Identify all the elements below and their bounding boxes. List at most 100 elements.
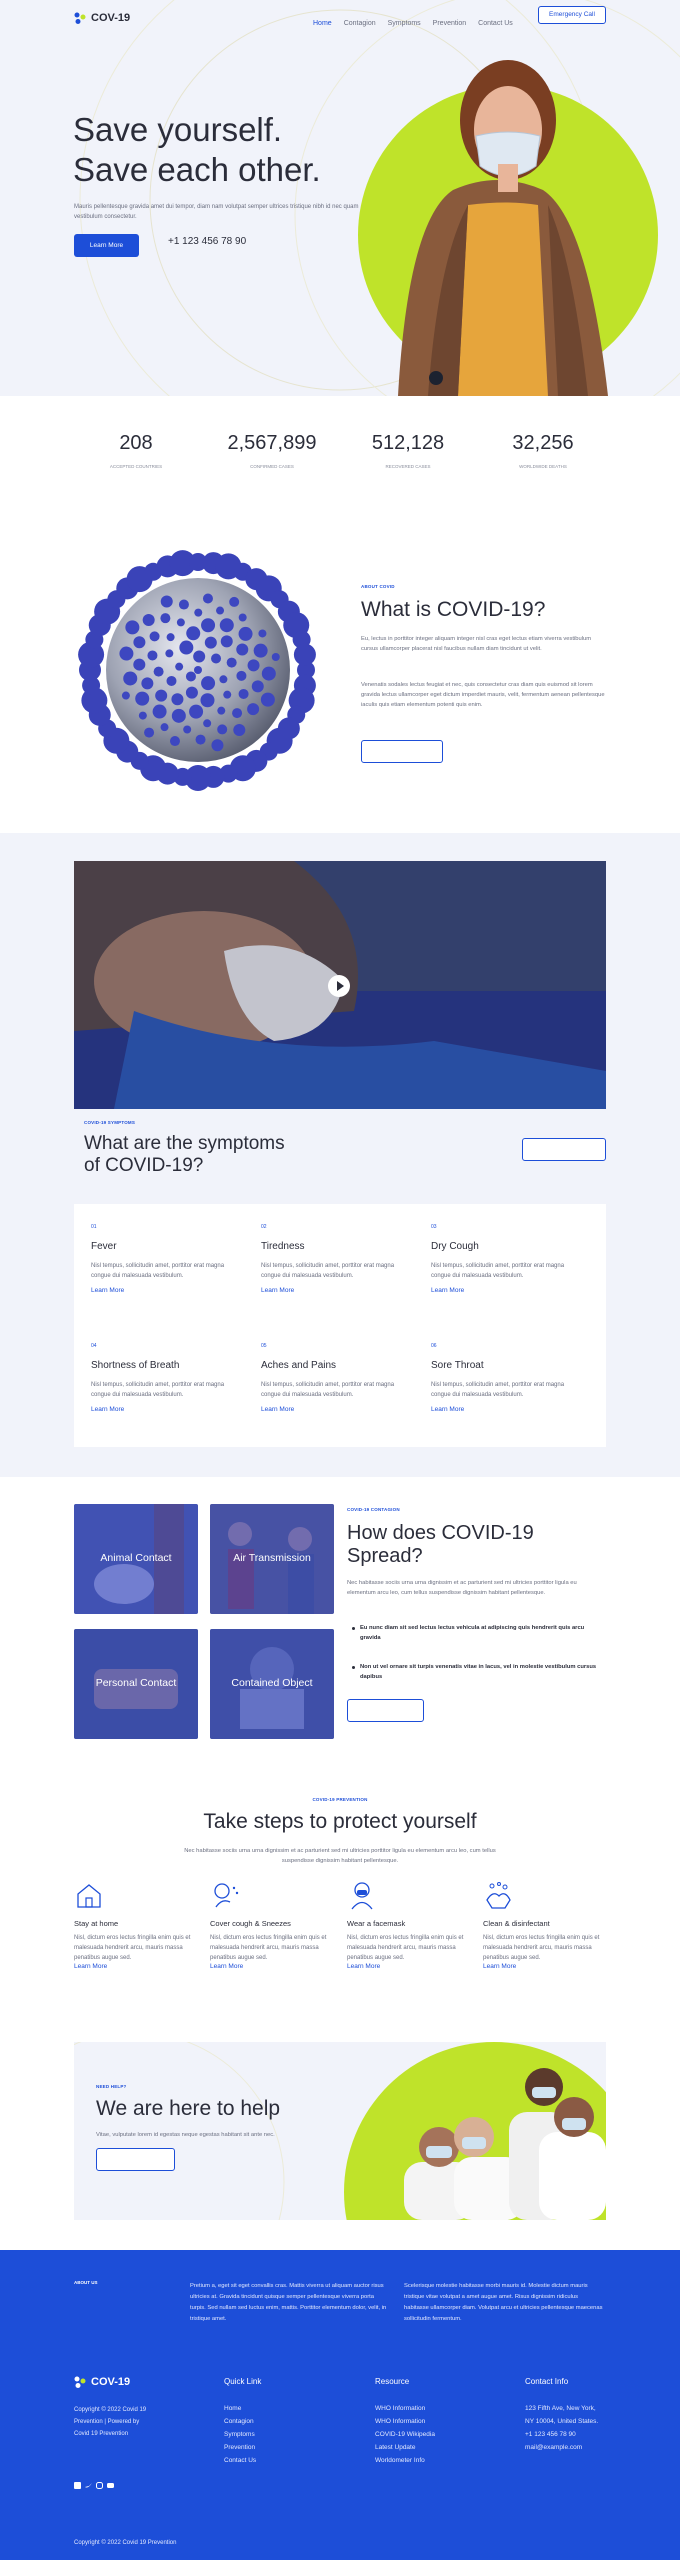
bullet-text: Eu nunc diam sit sed lectus lectus vehic… (360, 1625, 585, 1641)
step-title: Cover cough & Sneezes (210, 1919, 291, 1928)
symptom-title: Shortness of Breath (91, 1360, 180, 1371)
stat-label: Accepted Countries (109, 464, 163, 469)
contagion-title-line1: How does COVID-19 (347, 1522, 534, 1544)
symptom-learn-more[interactable]: Learn More (261, 1287, 411, 1294)
tile-label: Air Transmission (233, 1552, 311, 1564)
bullet-dot (352, 1666, 355, 1669)
about-text-1: Eu, lectus in porttitor integer aliquam … (361, 636, 592, 652)
symptom-shortness-of-breath: 04 Shortness of Breath Nisl tempus, sollic… (91, 1343, 241, 1413)
symptom-learn-more[interactable]: Learn More (91, 1406, 241, 1413)
prevention-text: Nec habitasse sociis urna urna dignissim… (184, 1848, 496, 1864)
nav-contact[interactable]: Contact Us (478, 20, 513, 27)
logo-icon (74, 12, 86, 24)
stat-value: 2,567,899 (227, 432, 317, 454)
footer-link[interactable]: Contagion (224, 2415, 261, 2428)
emergency-call-button[interactable]: Emergency Call (538, 6, 606, 24)
step-title: Stay at home (74, 1919, 119, 1928)
social-links (74, 2482, 114, 2489)
footer-copyright: Copyright © 2022 Covid 19 Prevention (74, 2540, 177, 2546)
step-learn-more[interactable]: Learn More (483, 1963, 603, 1970)
symptom-desc: Nisl tempus, sollicitudin amet, porttito… (431, 1382, 565, 1398)
about-button[interactable] (361, 740, 443, 763)
footer-link[interactable]: Home (224, 2402, 261, 2415)
step-learn-more[interactable]: Learn More (347, 1963, 467, 1970)
video-play-button[interactable] (328, 975, 350, 997)
about-title: What is COVID-19? (361, 598, 546, 621)
symptom-learn-more[interactable]: Learn More (91, 1287, 241, 1294)
step-wear-facemask: Wear a facemask Nisl, dictum eros lectus… (347, 1880, 467, 1970)
hero-learn-more-button[interactable]: Learn More (74, 234, 139, 257)
step-desc: Nisl, dictum eros lectus fringilla enim … (210, 1935, 327, 1961)
stat-recovered: 512,128 Recovered Cases (353, 432, 463, 469)
symptom-desc: Nisl tempus, sollicitudin amet, porttito… (261, 1263, 395, 1279)
footer-link[interactable]: COVID-19 Wikipedia (375, 2428, 435, 2441)
facebook-icon[interactable] (74, 2482, 81, 2489)
stat-value: 32,256 (512, 432, 574, 454)
tile-contained-object[interactable]: Contained Object (210, 1629, 334, 1739)
bullet-text: Non ut vel ornare sit turpis venenatis v… (360, 1664, 597, 1680)
step-learn-more[interactable]: Learn More (74, 1963, 194, 1970)
house-icon (77, 1884, 101, 1908)
contagion-button[interactable] (347, 1699, 424, 1722)
footer-brand[interactable]: COV-19 (74, 2376, 130, 2388)
nav-home[interactable]: Home (313, 20, 332, 27)
symptom-learn-more[interactable]: Learn More (431, 1287, 581, 1294)
footer-link[interactable]: WHO Information (375, 2402, 435, 2415)
nav-symptoms[interactable]: Symptoms (388, 20, 421, 27)
footer-link[interactable]: Latest Update (375, 2441, 435, 2454)
symptom-learn-more[interactable]: Learn More (431, 1406, 581, 1413)
footer-about-label: About Us (74, 2280, 98, 2285)
tile-label: Animal Contact (100, 1552, 172, 1564)
help-text: Vitae, vulputate lorem id egestas neque … (96, 2132, 275, 2138)
footer-copy-small: Copyright © 2022 Covid 19 Prevention | P… (74, 2407, 147, 2437)
nav-prevention[interactable]: Prevention (433, 20, 466, 27)
footer-quick-links: Quick Link Home Contagion Symptoms Preve… (224, 2377, 261, 2467)
hero-text: Mauris pellentesque gravida amet dui tem… (74, 204, 359, 220)
sneeze-icon (214, 1883, 239, 1908)
hero-phone[interactable]: +1 123 456 78 90 (168, 236, 246, 247)
instagram-icon[interactable] (96, 2482, 103, 2489)
step-learn-more[interactable]: Learn More (210, 1963, 330, 1970)
washing-hands-icon (486, 1882, 511, 1909)
footer-contact: Contact Info 123 Fifth Ave, New York, NY… (525, 2377, 598, 2454)
step-desc: Nisl, dictum eros lectus fringilla enim … (347, 1935, 464, 1961)
main-nav: Home Contagion Symptoms Prevention Contact U… (313, 12, 525, 30)
brand[interactable]: COV-19 (74, 12, 130, 24)
footer-phone[interactable]: +1 123 456 78 90 (525, 2428, 598, 2441)
help-title: We are here to help (96, 2097, 281, 2120)
hero-woman-image (358, 60, 658, 396)
tile-personal-contact[interactable]: Personal Contact (74, 1629, 198, 1739)
help-button[interactable] (96, 2148, 175, 2171)
symptom-learn-more[interactable]: Learn More (261, 1406, 411, 1413)
symptom-dry-cough: 03 Dry Cough Nisl tempus, sollicitudin ame… (431, 1224, 581, 1294)
stat-countries: 208 Accepted Countries (81, 432, 191, 469)
nav-contagion[interactable]: Contagion (344, 20, 376, 27)
logo-icon (74, 2376, 86, 2388)
footer-link[interactable]: Contact Us (224, 2454, 261, 2467)
footer-address-2: NY 10004, United States. (525, 2418, 599, 2425)
footer-email[interactable]: mail@example.com (525, 2441, 598, 2454)
footer-about-text-1: Pretium a, eget sit eget convallis cras.… (190, 2283, 387, 2322)
virus-image (78, 550, 316, 791)
hero-title-line1: Save yourself. (73, 111, 283, 148)
step-title: Wear a facemask (347, 1919, 406, 1928)
footer-brand-name: COV-19 (91, 2376, 131, 2388)
symptom-number: 02 (261, 1224, 267, 1230)
tile-animal-contact[interactable]: Animal Contact (74, 1504, 198, 1614)
symptom-number: 05 (261, 1343, 267, 1349)
footer-link[interactable]: Prevention (224, 2441, 261, 2454)
footer-link[interactable]: Symptoms (224, 2428, 261, 2441)
symptoms-button[interactable] (522, 1138, 606, 1161)
twitter-icon[interactable] (85, 2482, 92, 2489)
stat-value: 512,128 (371, 432, 445, 454)
youtube-icon[interactable] (107, 2482, 114, 2489)
tile-label: Contained Object (231, 1677, 313, 1689)
symptom-desc: Nisl tempus, sollicitudin amet, porttito… (261, 1382, 395, 1398)
hero-title: Save yourself. Save each other. (73, 110, 321, 190)
footer-link[interactable]: Worldometer Info (375, 2454, 435, 2467)
stat-value: 208 (119, 432, 153, 454)
footer-link[interactable]: WHO Information (375, 2415, 435, 2428)
symptom-title: Tiredness (261, 1241, 305, 1252)
tile-air-transmission[interactable]: Air Transmission (210, 1504, 334, 1614)
hero-title-line2: Save each other. (73, 151, 321, 188)
